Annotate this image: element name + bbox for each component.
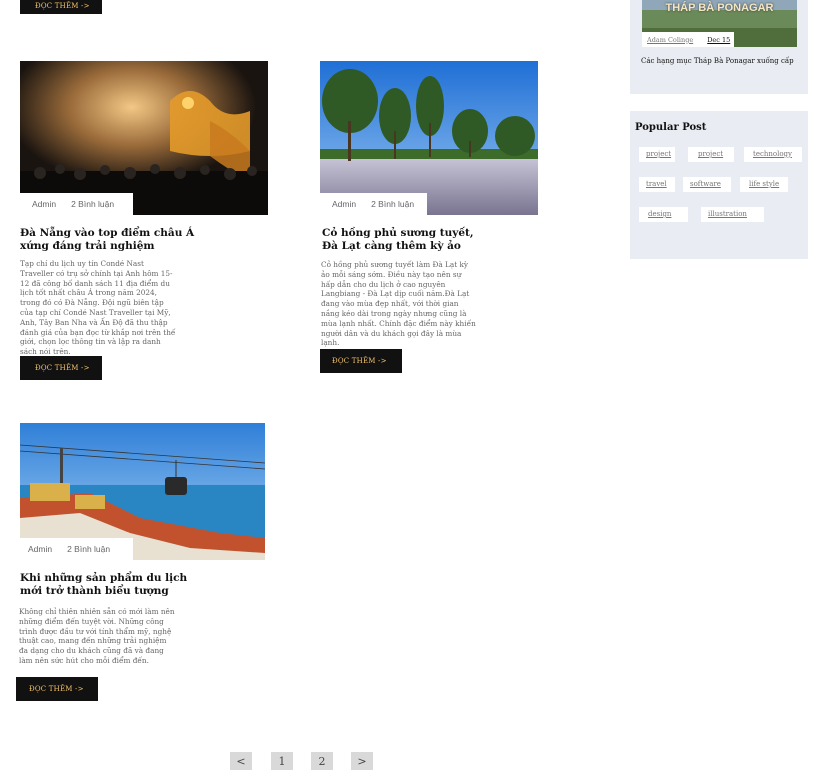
- post-excerpt: Cỏ hồng phủ sương tuyết làm Đà Lạt kỳ ảo…: [321, 260, 476, 348]
- recent-post-image-caption: THÁP BÀ PONAGAR: [665, 2, 774, 14]
- recent-post-meta: Adam Colinge Dec 15: [642, 32, 734, 47]
- post-image-dalat[interactable]: [320, 61, 538, 215]
- pagination-prev-button[interactable]: <: [230, 752, 252, 770]
- pagination-page-1[interactable]: 1: [271, 752, 293, 770]
- post-meta: Admin 2 Bình luận: [20, 538, 133, 560]
- tag-life-style[interactable]: life style: [740, 177, 788, 192]
- post-comments[interactable]: 2 Bình luận: [71, 199, 114, 209]
- popular-post-box: Popular Post project project technology …: [630, 111, 808, 259]
- post-title[interactable]: Đà Nẵng vào top điểm châu Á xứng đáng tr…: [20, 227, 195, 253]
- read-more-button[interactable]: ĐỌC THÊM ->: [20, 356, 102, 380]
- tag-project[interactable]: project: [688, 147, 734, 162]
- post-meta: Admin 2 Bình luận: [320, 193, 427, 215]
- tag-illustration[interactable]: illustration: [701, 207, 764, 222]
- read-more-button-top[interactable]: ĐỌC THÊM ->: [20, 0, 102, 14]
- recent-post-title[interactable]: Các hạng mục Tháp Bà Ponagar xuống cấp: [641, 57, 806, 65]
- recent-post-image[interactable]: THÁP BÀ PONAGAR Adam Colinge Dec 15: [642, 0, 797, 47]
- post-image-danang[interactable]: [20, 61, 268, 215]
- pagination-page-2[interactable]: 2: [311, 752, 333, 770]
- tag-design[interactable]: design: [639, 207, 688, 222]
- post-author[interactable]: Admin: [28, 544, 52, 554]
- tag-technology[interactable]: technology: [744, 147, 802, 162]
- popular-post-heading: Popular Post: [635, 122, 707, 133]
- tag-project[interactable]: project: [639, 147, 675, 162]
- pagination-next-button[interactable]: >: [351, 752, 373, 770]
- post-title[interactable]: Khi những sản phẩm du lịch mới trở thành…: [20, 572, 200, 598]
- post-comments[interactable]: 2 Bình luận: [67, 544, 110, 554]
- post-comments[interactable]: 2 Bình luận: [371, 199, 414, 209]
- recent-post-author[interactable]: Adam Colinge: [647, 36, 693, 44]
- post-title[interactable]: Cỏ hồng phủ sương tuyết, Đà Lạt càng thê…: [322, 227, 487, 253]
- post-author[interactable]: Admin: [32, 199, 56, 209]
- post-excerpt: Không chỉ thiên nhiên sẵn có mới làm nên…: [19, 607, 175, 665]
- post-excerpt: Tạp chí du lịch uy tín Condé Nast Travel…: [20, 259, 176, 357]
- read-more-button[interactable]: ĐỌC THÊM ->: [16, 677, 98, 701]
- tag-software[interactable]: software: [683, 177, 731, 192]
- post-author[interactable]: Admin: [332, 199, 356, 209]
- tag-travel[interactable]: travel: [639, 177, 675, 192]
- post-meta: Admin 2 Bình luận: [20, 193, 133, 215]
- recent-post-date[interactable]: Dec 15: [707, 36, 730, 44]
- read-more-button[interactable]: ĐỌC THÊM ->: [320, 349, 402, 373]
- recent-post-box: THÁP BÀ PONAGAR Adam Colinge Dec 15 Các …: [630, 0, 808, 94]
